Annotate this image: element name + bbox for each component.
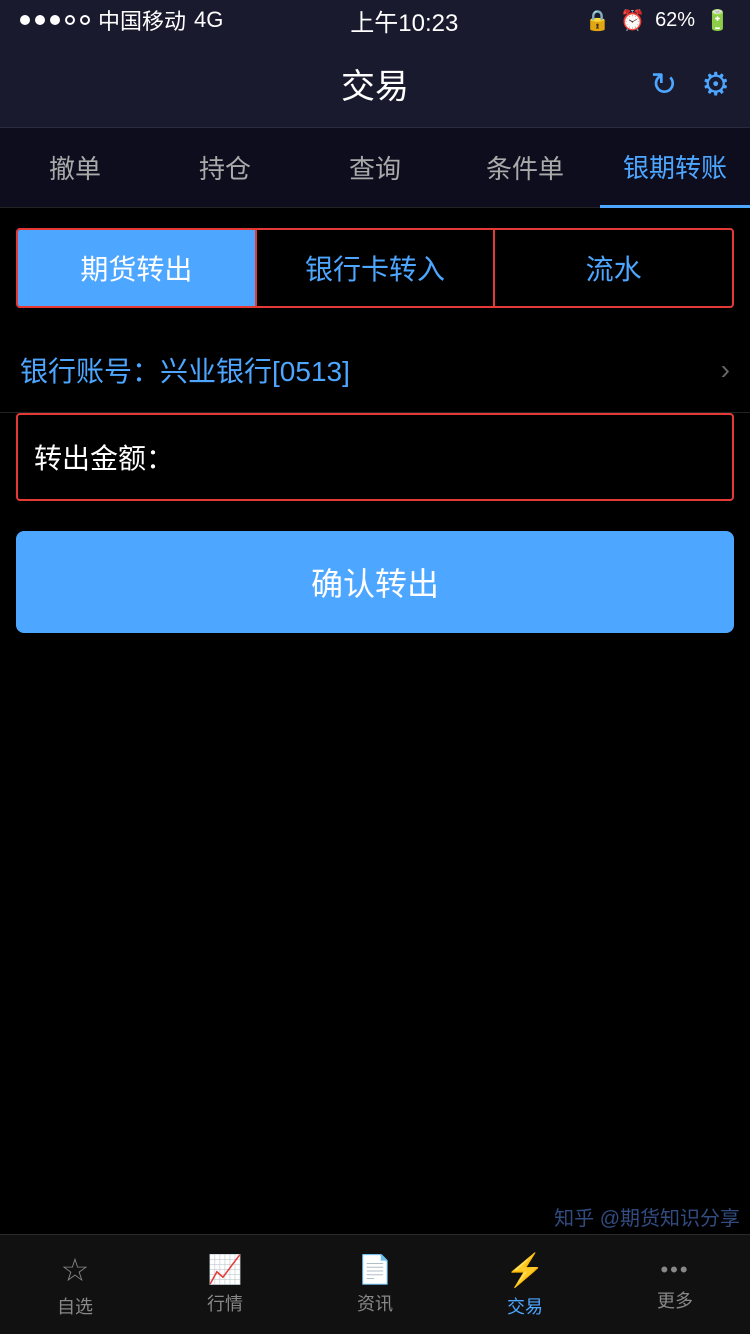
signal-dots [20,15,90,25]
lightning-icon: ⚡ [505,1251,545,1289]
amount-input-row: 转出金额： [16,413,734,501]
subtab-流水[interactable]: 流水 [495,230,732,306]
dot2 [35,15,45,25]
battery-icon: 🔋 [705,8,730,33]
status-right: 🔒 ⏰ 62% 🔋 [585,8,730,33]
settings-icon[interactable]: ⚙ [701,65,730,103]
watermark: 知乎 @期货知识分享 [554,1204,740,1234]
tab-条件单[interactable]: 条件单 [450,128,600,208]
amount-label: 转出金额： [34,437,174,477]
bank-account-row[interactable]: 银行账号：兴业银行[0513] › [0,328,750,413]
subtab-银行卡转入[interactable]: 银行卡转入 [257,230,496,306]
carrier-label: 中国移动 [98,4,186,36]
star-icon: ☆ [61,1251,90,1289]
network-label: 4G [194,7,223,33]
bottom-tab-bar: ☆ 自选 📈 行情 📄 资讯 ⚡ 交易 ••• 更多 [0,1234,750,1334]
bank-account-label: 银行账号：兴业银行[0513] [20,350,350,390]
tab-银期转账[interactable]: 银期转账 [600,128,750,208]
bottom-tab-资讯[interactable]: 📄 资讯 [300,1253,450,1316]
top-tab-bar: 撤单 持仓 查询 条件单 银期转账 [0,128,750,208]
sub-tab-bar: 期货转出 银行卡转入 流水 [16,228,734,308]
battery-label: 62% [655,9,695,32]
tab-撤单[interactable]: 撤单 [0,128,150,208]
alarm-icon: ⏰ [620,8,645,33]
main-content: 期货转出 银行卡转入 流水 银行账号：兴业银行[0513] › 转出金额： 确认… [0,228,750,663]
status-left: 中国移动 4G [20,4,223,36]
bottom-tab-交易[interactable]: ⚡ 交易 [450,1251,600,1319]
dot3 [50,15,60,25]
news-icon: 📄 [358,1253,393,1286]
status-bar: 中国移动 4G 上午10:23 🔒 ⏰ 62% 🔋 [0,0,750,40]
chevron-right-icon: › [721,354,730,386]
nav-actions: ↻ ⚙ [651,65,731,103]
tab-查询[interactable]: 查询 [300,128,450,208]
chart-icon: 📈 [208,1253,243,1286]
dot4 [65,15,75,25]
more-icon: ••• [660,1257,689,1283]
confirm-transfer-button[interactable]: 确认转出 [16,531,734,633]
status-time: 上午10:23 [350,3,458,38]
page-title: 交易 [341,59,409,108]
lock-icon: 🔒 [585,8,610,33]
subtab-期货转出[interactable]: 期货转出 [18,230,257,306]
amount-input[interactable] [184,441,716,473]
tab-持仓[interactable]: 持仓 [150,128,300,208]
dot1 [20,15,30,25]
refresh-icon[interactable]: ↻ [651,65,678,103]
dot5 [80,15,90,25]
bottom-tab-自选[interactable]: ☆ 自选 [0,1251,150,1319]
bottom-tab-行情[interactable]: 📈 行情 [150,1253,300,1316]
nav-bar: 交易 ↻ ⚙ [0,40,750,128]
bottom-tab-更多[interactable]: ••• 更多 [600,1257,750,1313]
